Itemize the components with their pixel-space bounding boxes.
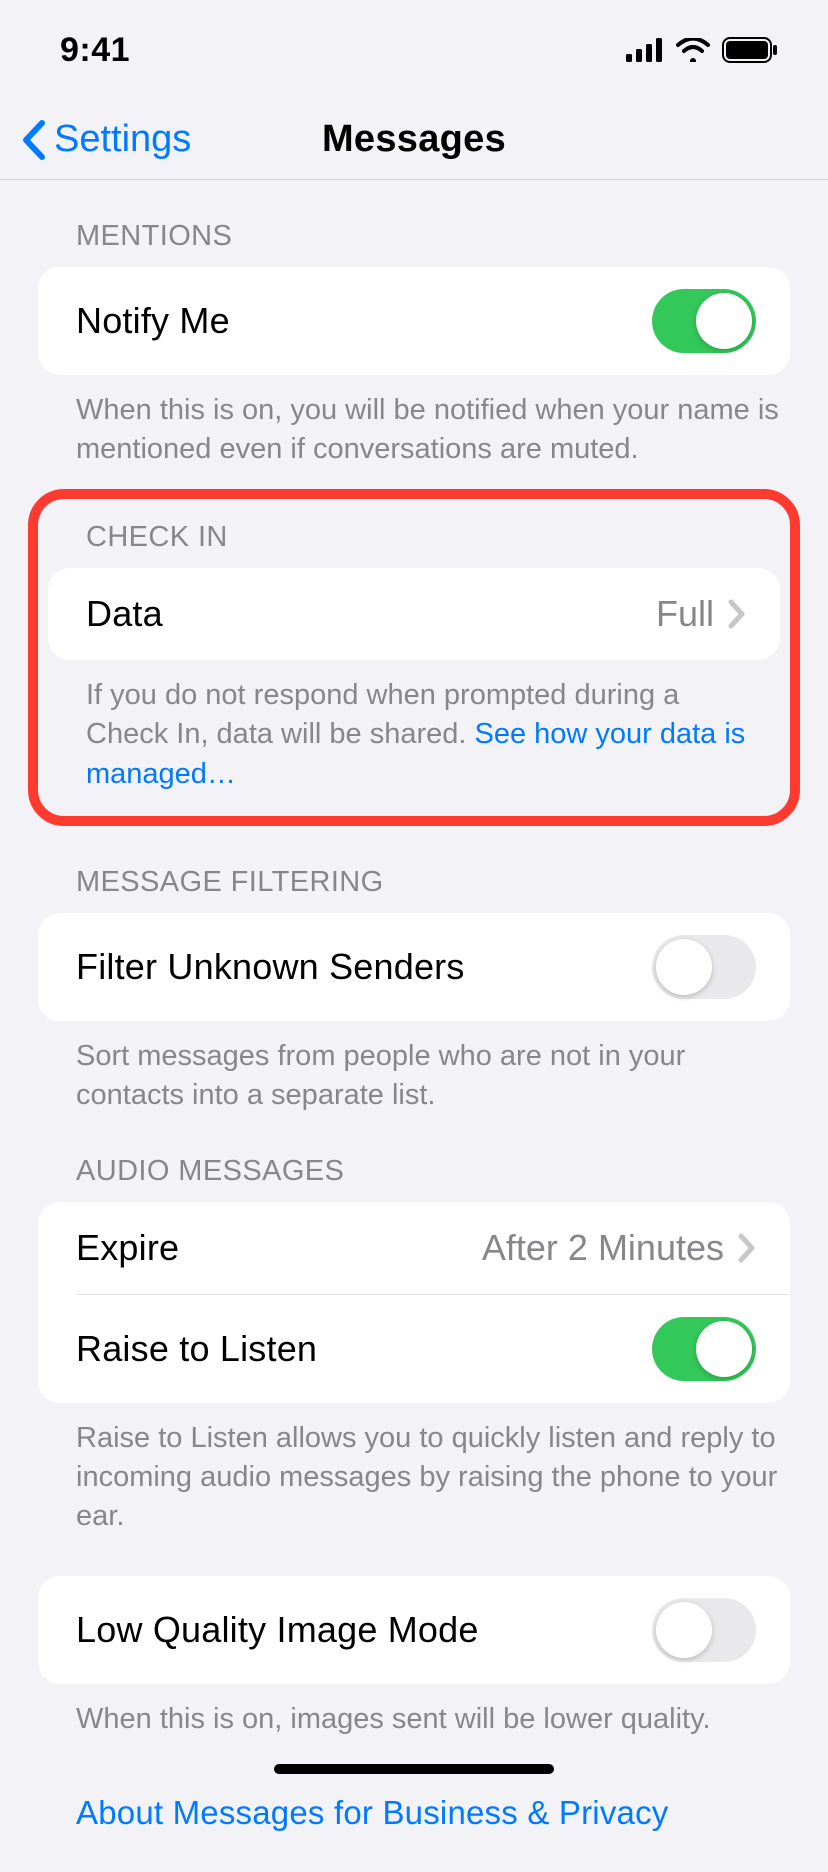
checkin-data-value: Full bbox=[656, 593, 714, 635]
chevron-right-icon bbox=[738, 1233, 756, 1263]
cell-group-audio: Expire After 2 Minutes Raise to Listen bbox=[38, 1202, 790, 1403]
section-header-checkin: CHECK IN bbox=[38, 501, 790, 568]
wifi-icon bbox=[676, 38, 710, 62]
filter-unknown-label: Filter Unknown Senders bbox=[76, 946, 465, 988]
low-quality-toggle[interactable] bbox=[652, 1598, 756, 1662]
checkin-data-label: Data bbox=[86, 593, 163, 635]
section-header-mentions: MENTIONS bbox=[0, 180, 828, 267]
low-quality-label: Low Quality Image Mode bbox=[76, 1609, 479, 1651]
checkin-data-row[interactable]: Data Full bbox=[48, 568, 780, 660]
nav-header: Settings Messages bbox=[0, 100, 828, 180]
audio-footer: Raise to Listen allows you to quickly li… bbox=[0, 1403, 828, 1536]
expire-value: After 2 Minutes bbox=[482, 1227, 724, 1269]
filtering-footer: Sort messages from people who are not in… bbox=[0, 1021, 828, 1115]
raise-label: Raise to Listen bbox=[76, 1328, 317, 1370]
status-bar: 9:41 bbox=[0, 0, 828, 100]
section-header-filtering: MESSAGE FILTERING bbox=[0, 826, 828, 913]
section-header-audio: AUDIO MESSAGES bbox=[0, 1115, 828, 1202]
back-label: Settings bbox=[54, 118, 191, 161]
cell-group-lowquality: Low Quality Image Mode bbox=[38, 1576, 790, 1684]
expire-row[interactable]: Expire After 2 Minutes bbox=[38, 1202, 790, 1294]
chevron-left-icon bbox=[20, 119, 48, 161]
chevron-right-icon bbox=[728, 599, 746, 629]
about-section: About Messages for Business & Privacy bbox=[0, 1740, 828, 1832]
low-quality-row[interactable]: Low Quality Image Mode bbox=[38, 1576, 790, 1684]
nav-title: Messages bbox=[322, 118, 506, 161]
filter-unknown-toggle[interactable] bbox=[652, 935, 756, 999]
cell-group-mentions: Notify Me bbox=[38, 267, 790, 375]
signal-icon bbox=[626, 38, 664, 62]
back-button[interactable]: Settings bbox=[20, 118, 191, 161]
cell-group-checkin: Data Full bbox=[48, 568, 780, 660]
expire-label: Expire bbox=[76, 1227, 179, 1269]
checkin-highlight: CHECK IN Data Full If you do not respond… bbox=[28, 489, 800, 825]
filter-unknown-row[interactable]: Filter Unknown Senders bbox=[38, 913, 790, 1021]
battery-icon bbox=[722, 37, 778, 63]
status-time: 9:41 bbox=[60, 31, 130, 70]
notify-me-label: Notify Me bbox=[76, 300, 230, 342]
mentions-footer: When this is on, you will be notified wh… bbox=[0, 375, 828, 469]
checkin-footer: If you do not respond when prompted duri… bbox=[38, 660, 790, 793]
content: MENTIONS Notify Me When this is on, you … bbox=[0, 180, 828, 1872]
status-indicators bbox=[626, 37, 778, 63]
about-link[interactable]: About Messages for Business & Privacy bbox=[38, 1794, 790, 1832]
raise-toggle[interactable] bbox=[652, 1317, 756, 1381]
low-quality-footer: When this is on, images sent will be low… bbox=[0, 1684, 828, 1739]
home-indicator[interactable] bbox=[274, 1764, 554, 1774]
notify-me-row[interactable]: Notify Me bbox=[38, 267, 790, 375]
notify-me-toggle[interactable] bbox=[652, 289, 756, 353]
raise-to-listen-row[interactable]: Raise to Listen bbox=[76, 1294, 790, 1403]
cell-group-filtering: Filter Unknown Senders bbox=[38, 913, 790, 1021]
